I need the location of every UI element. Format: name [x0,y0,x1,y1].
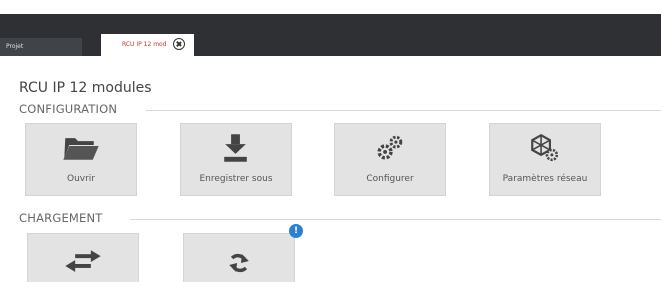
close-icon[interactable] [173,38,185,50]
network-settings-button[interactable]: Paramètres réseau [489,123,601,196]
page-title: RCU IP 12 modules [19,80,152,96]
configure-label: Configurer [366,174,414,184]
section-chargement-title: CHARGEMENT [19,211,103,225]
section-divider [130,219,661,220]
gears-icon [377,135,403,160]
save-as-button[interactable]: Enregistrer sous [180,123,292,196]
header-bar [0,14,661,56]
tab-label: RCU IP 12 mod [122,41,167,48]
section-divider [146,110,661,111]
configure-button[interactable]: Configurer [334,123,446,196]
tab-projet[interactable]: Projet [0,38,82,56]
open-button[interactable]: Ouvrir [25,123,137,196]
download-icon [224,134,247,162]
top-strip [0,0,661,14]
refresh-button[interactable] [183,233,295,282]
transfer-arrows-icon [65,250,101,272]
transfer-button[interactable] [27,233,139,282]
info-badge-icon: ! [289,224,303,238]
tab-rcu-ip-12-mod[interactable]: RCU IP 12 mod [101,34,194,56]
tab-label: Projet [6,43,24,50]
save-as-label: Enregistrer sous [199,174,273,184]
network-settings-label: Paramètres réseau [502,174,588,184]
folder-open-icon [63,138,99,160]
network-settings-icon [531,133,559,162]
refresh-icon [229,253,249,273]
section-configuration-title: CONFIGURATION [19,102,118,116]
open-label: Ouvrir [66,174,95,184]
